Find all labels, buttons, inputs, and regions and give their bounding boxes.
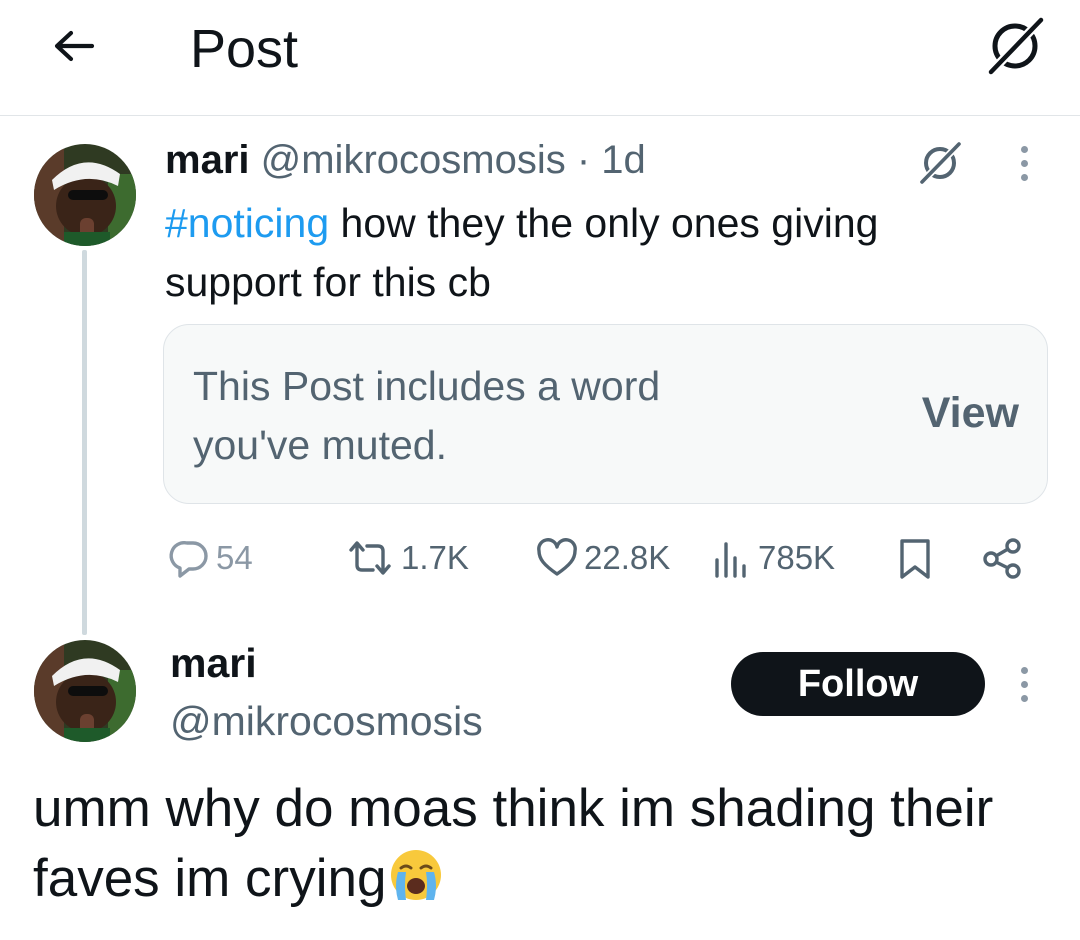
reply-count: 54 (216, 539, 253, 576)
top-bar: Post (0, 0, 1080, 116)
grok-icon[interactable] (982, 12, 1048, 78)
bookmark-icon (900, 539, 930, 579)
avatar[interactable] (34, 144, 136, 246)
grok-icon[interactable] (914, 136, 966, 188)
heart-icon (537, 538, 577, 576)
share-button[interactable] (981, 533, 1025, 583)
author-handle-time: @mikrocosmosis · 1d (260, 138, 646, 182)
reply-icon (169, 541, 208, 578)
post-action-bar: 54 1.7K 22.8K 785K (0, 533, 1080, 583)
main-post-body: umm why do moas think im shading their f… (33, 779, 994, 908)
like-count: 22.8K (584, 539, 671, 576)
more-options-icon[interactable] (1008, 141, 1040, 185)
author-name[interactable]: mari (170, 638, 257, 688)
repost-count: 1.7K (401, 539, 469, 576)
share-icon (983, 538, 1021, 579)
post-text: #noticing how they the only ones giving … (165, 194, 1025, 312)
reply-button[interactable]: 54 (168, 533, 253, 583)
bookmark-button[interactable] (893, 533, 937, 583)
post-header: mari @mikrocosmosis · 1d (165, 136, 646, 184)
main-post-author: mari @mikrocosmosis Follow (0, 630, 1080, 750)
more-options-icon[interactable] (1008, 662, 1040, 706)
muted-word-notice: This Post includes a word you've muted. … (163, 324, 1048, 504)
views-button[interactable]: 785K (710, 533, 835, 583)
view-count: 785K (758, 539, 836, 576)
repost-button[interactable]: 1.7K (343, 533, 469, 583)
view-muted-button[interactable]: View (922, 389, 1019, 438)
author-handle[interactable]: @mikrocosmosis (170, 696, 483, 746)
follow-button[interactable]: Follow (731, 652, 985, 716)
main-post-text: umm why do moas think im shading their f… (33, 774, 1053, 914)
repost-icon (349, 541, 391, 575)
views-icon (715, 542, 746, 578)
hashtag-link[interactable]: #noticing (165, 200, 329, 246)
avatar[interactable] (34, 640, 136, 742)
like-button[interactable]: 22.8K (534, 533, 670, 583)
author-name[interactable]: mari (165, 138, 250, 182)
muted-notice-text: This Post includes a word you've muted. (193, 363, 661, 468)
back-arrow-icon[interactable] (48, 22, 100, 70)
page-title: Post (190, 19, 299, 79)
loudly-crying-face-icon (388, 846, 444, 902)
